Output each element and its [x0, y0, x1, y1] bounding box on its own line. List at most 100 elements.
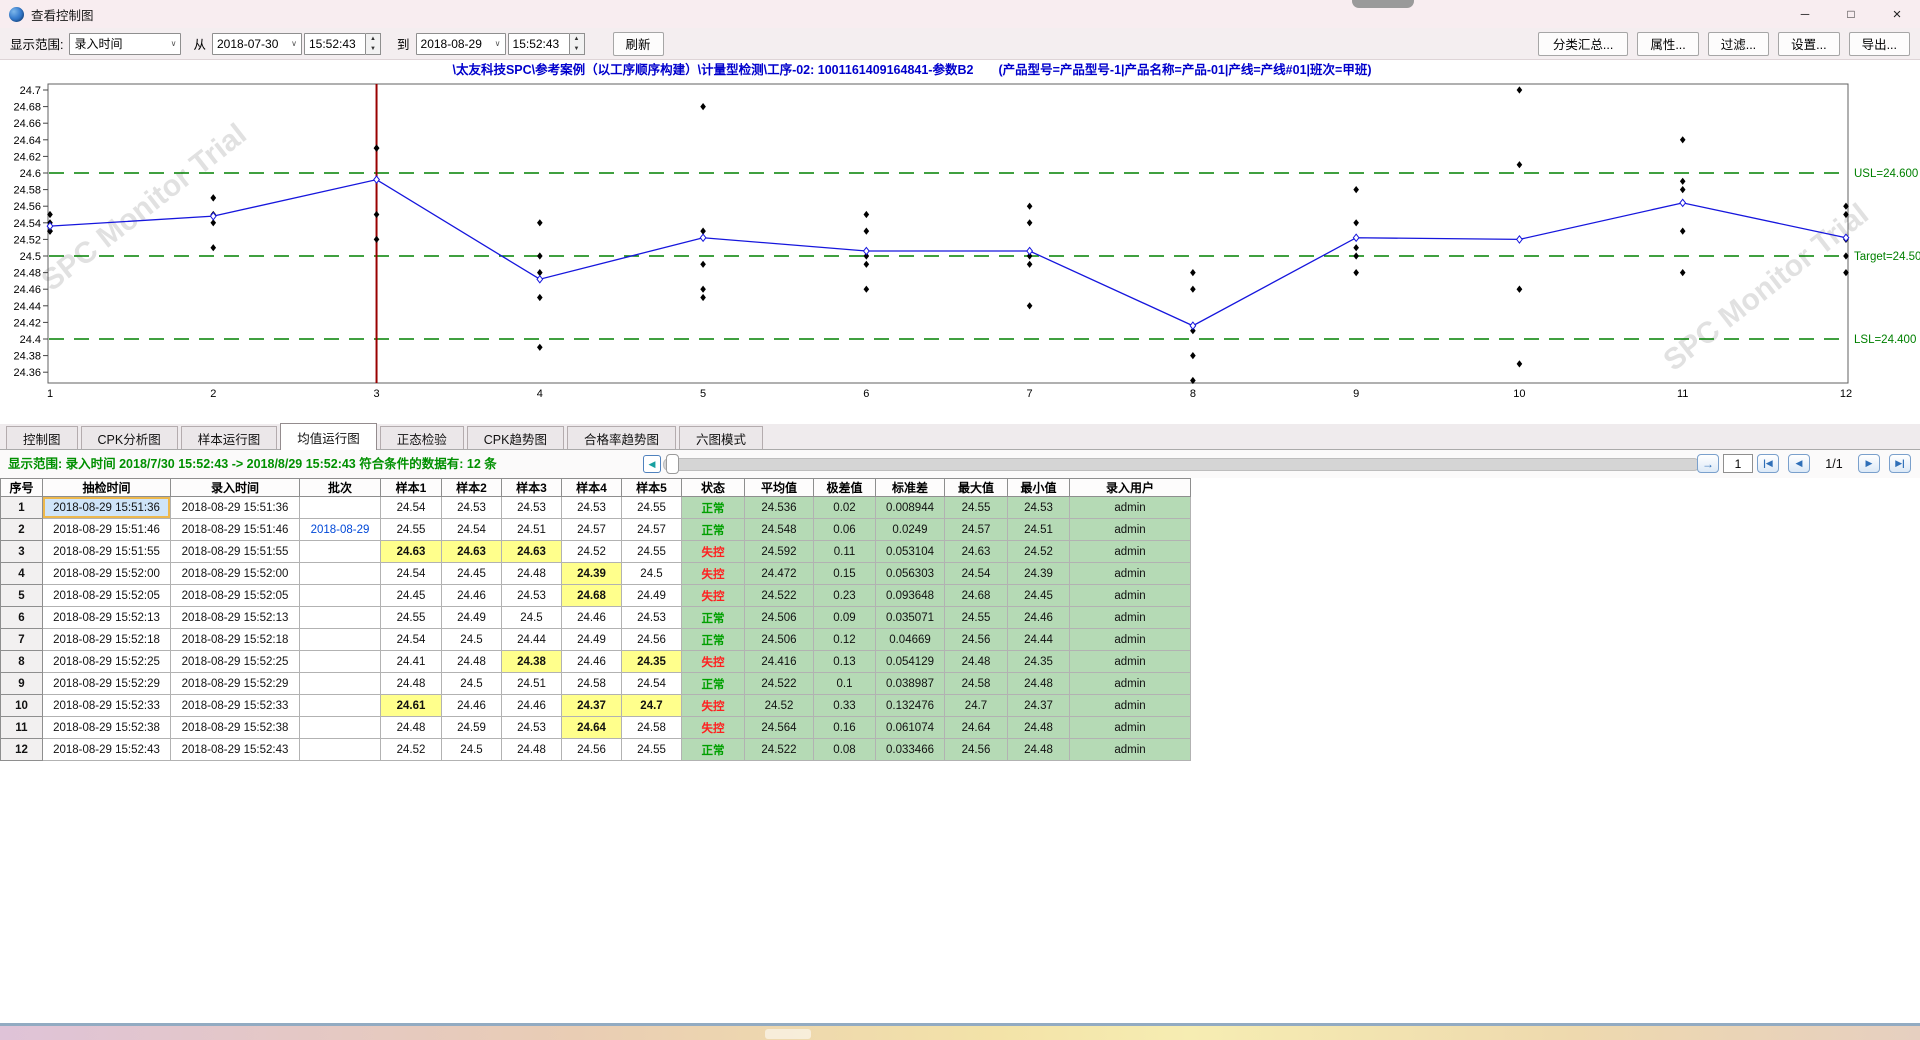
- min-cell[interactable]: 24.45: [1007, 584, 1070, 607]
- max-cell[interactable]: 24.54: [944, 562, 1008, 585]
- min-cell[interactable]: 24.39: [1007, 562, 1070, 585]
- batch-cell[interactable]: [299, 694, 381, 717]
- maximize-button[interactable]: □: [1828, 0, 1874, 28]
- scroll-right-button[interactable]: →: [1697, 454, 1719, 473]
- sample-4-cell[interactable]: 24.39: [561, 562, 622, 585]
- column-header-批次[interactable]: 批次: [299, 478, 381, 497]
- tab-正态检验[interactable]: 正态检验: [379, 426, 464, 449]
- sample-time-cell[interactable]: 2018-08-29 15:52:29: [42, 672, 171, 695]
- sample-3-cell[interactable]: 24.53: [501, 584, 562, 607]
- min-cell[interactable]: 24.48: [1007, 738, 1070, 761]
- sample-5-cell[interactable]: 24.55: [621, 738, 682, 761]
- sample-3-cell[interactable]: 24.51: [501, 672, 562, 695]
- column-header-样本1[interactable]: 样本1: [380, 478, 442, 497]
- column-header-序号[interactable]: 序号: [0, 478, 43, 497]
- max-cell[interactable]: 24.56: [944, 738, 1008, 761]
- max-cell[interactable]: 24.63: [944, 540, 1008, 563]
- sample-5-cell[interactable]: 24.7: [621, 694, 682, 717]
- spin-up-icon[interactable]: ▲: [570, 34, 584, 44]
- sample-4-cell[interactable]: 24.52: [561, 540, 622, 563]
- sample-5-cell[interactable]: 24.57: [621, 518, 682, 541]
- row-number-cell[interactable]: 2: [0, 518, 43, 541]
- status-cell[interactable]: 失控: [681, 716, 745, 739]
- stddev-cell[interactable]: 0.033466: [875, 738, 945, 761]
- column-header-标准差[interactable]: 标准差: [875, 478, 945, 497]
- stddev-cell[interactable]: 0.056303: [875, 562, 945, 585]
- sample-2-cell[interactable]: 24.54: [441, 518, 502, 541]
- max-cell[interactable]: 24.55: [944, 606, 1008, 629]
- last-page-button[interactable]: ▶|: [1889, 454, 1911, 473]
- user-cell[interactable]: admin: [1069, 738, 1191, 761]
- max-cell[interactable]: 24.68: [944, 584, 1008, 607]
- sample-2-cell[interactable]: 24.46: [441, 584, 502, 607]
- status-cell[interactable]: 失控: [681, 584, 745, 607]
- range-cell[interactable]: 0.1: [813, 672, 876, 695]
- toolbar-button-分类汇总[interactable]: 分类汇总...: [1537, 31, 1629, 56]
- sample-3-cell[interactable]: 24.48: [501, 562, 562, 585]
- sample-1-cell[interactable]: 24.54: [380, 496, 442, 519]
- horizontal-scrollbar[interactable]: [663, 458, 1700, 471]
- sample-3-cell[interactable]: 24.46: [501, 694, 562, 717]
- sample-1-cell[interactable]: 24.54: [380, 628, 442, 651]
- range-cell[interactable]: 0.08: [813, 738, 876, 761]
- sample-2-cell[interactable]: 24.49: [441, 606, 502, 629]
- spin-up-icon[interactable]: ▲: [366, 34, 380, 44]
- range-cell[interactable]: 0.11: [813, 540, 876, 563]
- entry-time-cell[interactable]: 2018-08-29 15:51:55: [170, 540, 300, 563]
- user-cell[interactable]: admin: [1069, 496, 1191, 519]
- sample-time-cell[interactable]: 2018-08-29 15:52:38: [42, 716, 171, 739]
- user-cell[interactable]: admin: [1069, 584, 1191, 607]
- sample-1-cell[interactable]: 24.41: [380, 650, 442, 673]
- batch-cell[interactable]: [299, 540, 381, 563]
- mean-cell[interactable]: 24.52: [744, 694, 814, 717]
- range-cell[interactable]: 0.06: [813, 518, 876, 541]
- max-cell[interactable]: 24.58: [944, 672, 1008, 695]
- row-number-cell[interactable]: 7: [0, 628, 43, 651]
- entry-time-cell[interactable]: 2018-08-29 15:52:25: [170, 650, 300, 673]
- sample-2-cell[interactable]: 24.63: [441, 540, 502, 563]
- to-time-spinner[interactable]: ▲ ▼: [569, 32, 585, 55]
- stddev-cell[interactable]: 0.008944: [875, 496, 945, 519]
- spin-down-icon[interactable]: ▼: [570, 44, 584, 54]
- column-header-样本2[interactable]: 样本2: [441, 478, 502, 497]
- sample-5-cell[interactable]: 24.54: [621, 672, 682, 695]
- sample-time-cell[interactable]: 2018-08-29 15:52:25: [42, 650, 171, 673]
- batch-cell[interactable]: 2018-08-29: [299, 518, 381, 541]
- min-cell[interactable]: 24.51: [1007, 518, 1070, 541]
- stddev-cell[interactable]: 0.061074: [875, 716, 945, 739]
- row-number-cell[interactable]: 1: [0, 496, 43, 519]
- max-cell[interactable]: 24.48: [944, 650, 1008, 673]
- taskbar-button[interactable]: [765, 1029, 811, 1039]
- sample-5-cell[interactable]: 24.5: [621, 562, 682, 585]
- mean-cell[interactable]: 24.506: [744, 606, 814, 629]
- entry-time-cell[interactable]: 2018-08-29 15:52:29: [170, 672, 300, 695]
- sample-4-cell[interactable]: 24.46: [561, 650, 622, 673]
- status-cell[interactable]: 正常: [681, 628, 745, 651]
- tab-合格率趋势图[interactable]: 合格率趋势图: [566, 426, 676, 449]
- status-cell[interactable]: 正常: [681, 672, 745, 695]
- mean-cell[interactable]: 24.564: [744, 716, 814, 739]
- toolbar-button-设置[interactable]: 设置...: [1778, 31, 1840, 56]
- column-header-样本5[interactable]: 样本5: [621, 478, 682, 497]
- batch-cell[interactable]: [299, 738, 381, 761]
- user-cell[interactable]: admin: [1069, 540, 1191, 563]
- column-header-抽检时间[interactable]: 抽检时间: [42, 478, 171, 497]
- sample-4-cell[interactable]: 24.57: [561, 518, 622, 541]
- mean-cell[interactable]: 24.416: [744, 650, 814, 673]
- status-cell[interactable]: 正常: [681, 518, 745, 541]
- mean-cell[interactable]: 24.506: [744, 628, 814, 651]
- row-number-cell[interactable]: 3: [0, 540, 43, 563]
- stddev-cell[interactable]: 0.132476: [875, 694, 945, 717]
- sample-1-cell[interactable]: 24.63: [380, 540, 442, 563]
- status-cell[interactable]: 正常: [681, 738, 745, 761]
- stddev-cell[interactable]: 0.035071: [875, 606, 945, 629]
- batch-cell[interactable]: [299, 716, 381, 739]
- sample-3-cell[interactable]: 24.5: [501, 606, 562, 629]
- stddev-cell[interactable]: 0.038987: [875, 672, 945, 695]
- prev-page-button[interactable]: ◀: [1788, 454, 1810, 473]
- sample-time-cell[interactable]: 2018-08-29 15:52:13: [42, 606, 171, 629]
- range-cell[interactable]: 0.02: [813, 496, 876, 519]
- min-cell[interactable]: 24.46: [1007, 606, 1070, 629]
- sample-3-cell[interactable]: 24.63: [501, 540, 562, 563]
- first-page-button[interactable]: |◀: [1757, 454, 1779, 473]
